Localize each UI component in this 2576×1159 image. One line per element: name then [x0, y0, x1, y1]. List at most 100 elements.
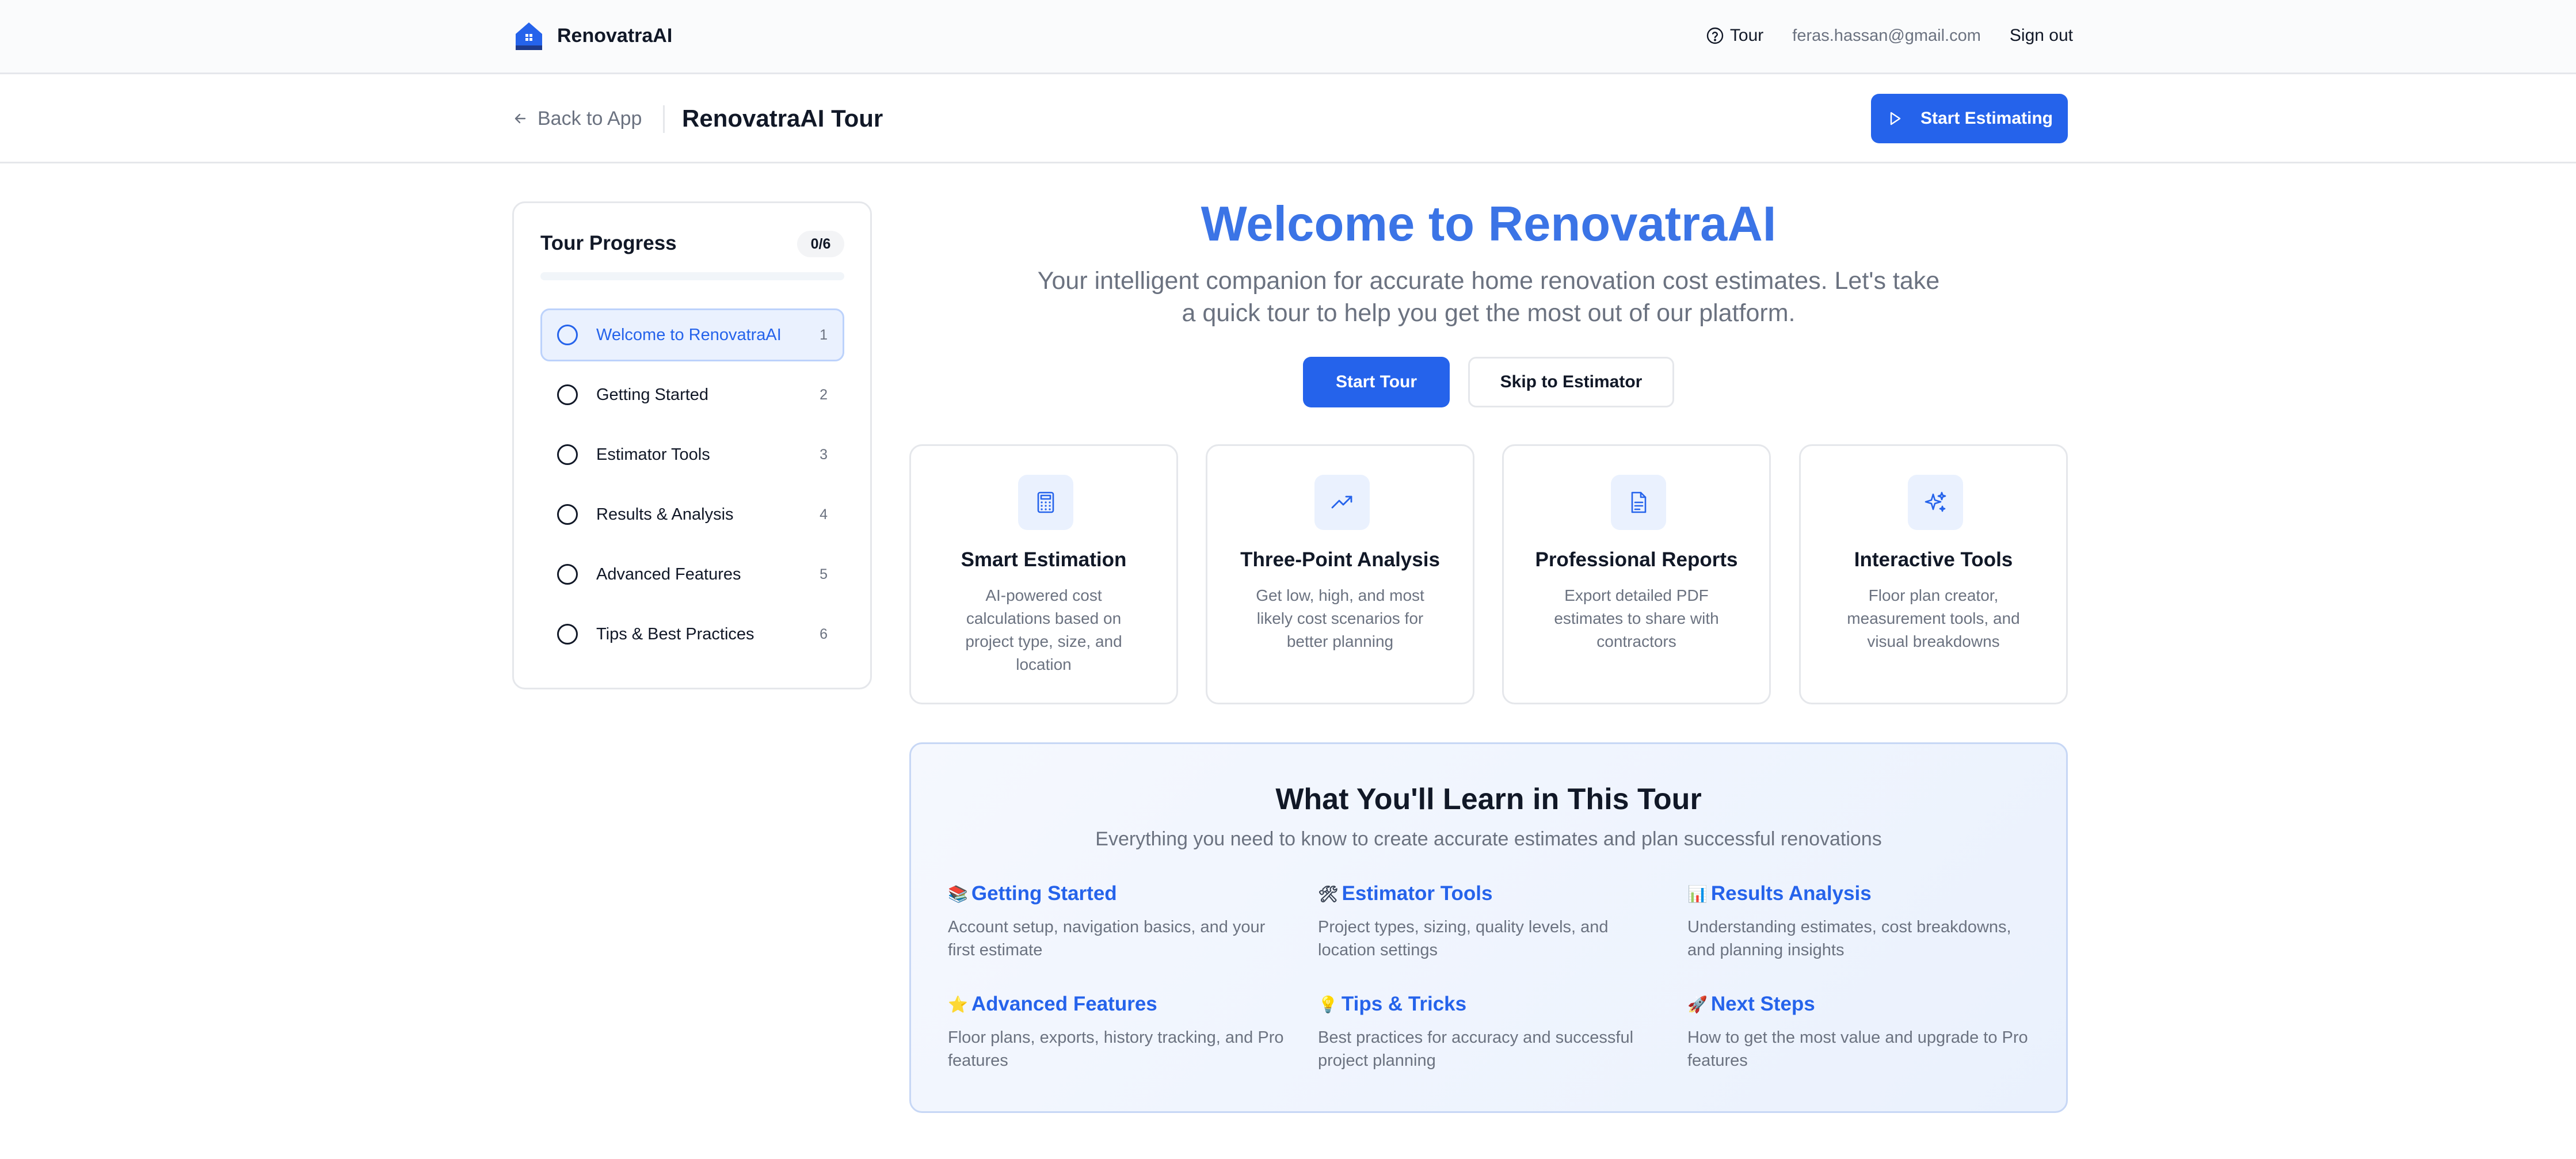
trending-up-icon: [1331, 495, 1352, 509]
feature-card-smart-estimation: Smart Estimation AI-powered cost calcula…: [909, 444, 1178, 704]
learn-item-title: Getting Started: [971, 882, 1117, 905]
tour-step-number: 3: [820, 446, 828, 463]
tour-step-estimator-tools[interactable]: Estimator Tools 3: [540, 428, 844, 481]
sign-out-button[interactable]: Sign out: [2010, 26, 2073, 45]
page-title: RenovatraAI Tour: [682, 105, 883, 132]
brand-name: RenovatraAI: [557, 24, 673, 47]
tour-step-number: 5: [820, 566, 828, 582]
tour-progress-bar: [540, 272, 844, 280]
learn-item-title: Tips & Tricks: [1341, 993, 1467, 1015]
back-to-app-label: Back to App: [538, 107, 642, 129]
books-icon: 📚: [948, 884, 968, 903]
feature-icon-box: [1314, 475, 1370, 530]
header-divider: [663, 105, 665, 133]
tour-step-number: 6: [820, 626, 828, 642]
top-navbar: RenovatraAI Tour feras.hassan@gmail.com …: [0, 0, 2576, 74]
tour-step-label: Results & Analysis: [596, 505, 734, 524]
learn-item-getting-started: 📚 Getting Started Account setup, navigat…: [948, 882, 1293, 962]
play-icon: [1890, 112, 1901, 125]
brand[interactable]: RenovatraAI: [512, 17, 672, 54]
step-circle-icon: [557, 624, 578, 645]
feature-icon-box: [1908, 475, 1963, 530]
learn-item-description: Account setup, navigation basics, and yo…: [948, 918, 1266, 959]
feature-icon-box: [1611, 475, 1666, 530]
document-icon: [1631, 491, 1647, 513]
hero-title: Welcome to RenovatraAI: [1201, 197, 1777, 251]
step-circle-icon: [557, 325, 578, 345]
learn-item-next-steps: 🚀 Next Steps How to get the most value a…: [1687, 993, 2033, 1072]
start-estimating-button[interactable]: Start Estimating: [1871, 94, 2068, 143]
star-icon: ⭐: [948, 994, 968, 1014]
feature-description: Floor plan creator, measurement tools, a…: [1847, 586, 2020, 650]
learn-item-heading: 📊 Results Analysis: [1687, 882, 2033, 905]
learn-item-advanced-features: ⭐ Advanced Features Floor plans, exports…: [948, 993, 1293, 1072]
feature-title: Interactive Tools: [1854, 548, 2013, 571]
feature-title: Professional Reports: [1535, 548, 1738, 571]
step-circle-icon: [557, 384, 578, 405]
learn-item-results-analysis: 📊 Results Analysis Understanding estimat…: [1687, 882, 2033, 962]
feature-description: Export detailed PDF estimates to share w…: [1554, 586, 1719, 650]
tour-progress-panel: Tour Progress 0/6 Welcome to RenovatraAI…: [512, 201, 872, 689]
light-bulb-icon: 💡: [1318, 994, 1338, 1014]
tour-step-label: Tips & Best Practices: [596, 624, 754, 643]
tour-nav-label: Tour: [1729, 26, 1764, 45]
sparkles-icon: [1925, 491, 1946, 512]
learn-title: What You'll Learn in This Tour: [1275, 783, 1702, 816]
tour-step-number: 1: [820, 326, 828, 343]
learn-item-title: Results Analysis: [1710, 882, 1872, 905]
tour-step-label: Welcome to RenovatraAI: [596, 325, 782, 344]
start-estimating-label: Start Estimating: [1920, 109, 2053, 128]
feature-description: AI-powered cost calculations based on pr…: [965, 586, 1122, 673]
learn-item-title: Next Steps: [1710, 993, 1815, 1015]
arrow-left-icon: [515, 113, 526, 124]
learn-item-tips-tricks: 💡 Tips & Tricks Best practices for accur…: [1318, 993, 1663, 1072]
tour-step-welcome[interactable]: Welcome to RenovatraAI 1: [540, 308, 844, 361]
step-circle-icon: [557, 444, 578, 465]
tools-icon: 🛠: [1318, 884, 1339, 903]
learn-item-heading: 🛠 Estimator Tools: [1318, 882, 1663, 905]
tour-step-getting-started[interactable]: Getting Started 2: [540, 368, 844, 421]
tour-step-list: Welcome to RenovatraAI 1 Getting Started…: [540, 308, 844, 668]
tour-step-number: 4: [820, 506, 828, 523]
feature-title: Smart Estimation: [961, 548, 1127, 571]
feature-card-interactive-tools: Interactive Tools Floor plan creator, me…: [1799, 444, 2068, 704]
learn-item-heading: 📚 Getting Started: [948, 882, 1293, 905]
feature-description: Get low, high, and most likely cost scen…: [1256, 586, 1424, 650]
feature-card-three-point-analysis: Three-Point Analysis Get low, high, and …: [1206, 444, 1474, 704]
tour-step-label: Getting Started: [596, 385, 709, 404]
calculator-icon: [1037, 491, 1054, 513]
learn-item-heading: 🚀 Next Steps: [1687, 993, 2033, 1016]
feature-title: Three-Point Analysis: [1240, 548, 1440, 571]
hero-subtitle: Your intelligent companion for accurate …: [1037, 267, 1940, 327]
page-header: Back to App RenovatraAI Tour Start Estim…: [0, 74, 2576, 163]
learn-item-description: Best practices for accuracy and successf…: [1318, 1028, 1634, 1070]
house-logo-icon: [516, 22, 542, 50]
learn-item-description: Understanding estimates, cost breakdowns…: [1687, 918, 2011, 959]
tour-nav-link[interactable]: Tour: [1706, 26, 1763, 45]
help-circle-icon: [1706, 27, 1724, 44]
step-circle-icon: [557, 564, 578, 585]
learn-item-description: Floor plans, exports, history tracking, …: [948, 1028, 1284, 1070]
learn-panel: What You'll Learn in This Tour Everythin…: [909, 742, 2068, 1113]
rocket-icon: 🚀: [1687, 994, 1708, 1014]
learn-item-description: Project types, sizing, quality levels, a…: [1318, 918, 1609, 959]
tour-step-tips[interactable]: Tips & Best Practices 6: [540, 608, 844, 661]
tour-progress-count: 0/6: [797, 231, 844, 257]
tour-step-number: 2: [820, 386, 828, 403]
learn-item-heading: ⭐ Advanced Features: [948, 993, 1293, 1016]
bar-chart-icon: 📊: [1687, 884, 1708, 903]
tour-step-advanced-features[interactable]: Advanced Features 5: [540, 548, 844, 601]
learn-subtitle: Everything you need to know to create ac…: [1095, 828, 1882, 850]
tour-step-results-analysis[interactable]: Results & Analysis 4: [540, 488, 844, 541]
tour-progress-title: Tour Progress: [540, 232, 677, 254]
learn-item-title: Advanced Features: [971, 993, 1157, 1015]
feature-card-professional-reports: Professional Reports Export detailed PDF…: [1502, 444, 1771, 704]
tour-step-label: Estimator Tools: [596, 445, 710, 464]
step-circle-icon: [557, 504, 578, 525]
learn-item-description: How to get the most value and upgrade to…: [1687, 1028, 2028, 1070]
skip-to-estimator-button[interactable]: Skip to Estimator: [1468, 357, 1674, 407]
tour-step-label: Advanced Features: [596, 565, 741, 584]
start-tour-button[interactable]: Start Tour: [1303, 357, 1450, 407]
learn-item-title: Estimator Tools: [1342, 882, 1493, 905]
back-to-app-link[interactable]: Back to App: [512, 103, 642, 134]
